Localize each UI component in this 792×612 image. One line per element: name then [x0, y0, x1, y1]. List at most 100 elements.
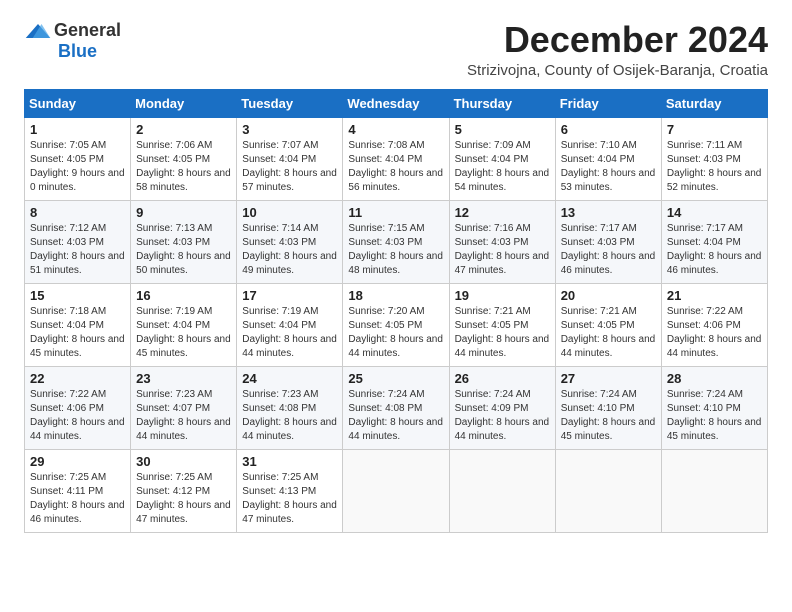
day-info: Sunrise: 7:24 AMSunset: 4:10 PMDaylight:…	[667, 389, 762, 442]
calendar-day-cell: 9 Sunrise: 7:13 AMSunset: 4:03 PMDayligh…	[131, 200, 237, 283]
calendar-day-cell: 28 Sunrise: 7:24 AMSunset: 4:10 PMDaylig…	[661, 366, 767, 449]
day-number: 22	[30, 371, 125, 386]
calendar-day-cell: 1 Sunrise: 7:05 AMSunset: 4:05 PMDayligh…	[25, 117, 131, 200]
calendar-day-cell: 12 Sunrise: 7:16 AMSunset: 4:03 PMDaylig…	[449, 200, 555, 283]
day-info: Sunrise: 7:22 AMSunset: 4:06 PMDaylight:…	[30, 389, 125, 442]
calendar-day-cell	[661, 449, 767, 532]
calendar-day-cell: 26 Sunrise: 7:24 AMSunset: 4:09 PMDaylig…	[449, 366, 555, 449]
day-number: 6	[561, 122, 656, 137]
logo-icon	[24, 22, 52, 40]
day-info: Sunrise: 7:16 AMSunset: 4:03 PMDaylight:…	[455, 223, 550, 276]
day-info: Sunrise: 7:23 AMSunset: 4:07 PMDaylight:…	[136, 389, 231, 442]
day-number: 8	[30, 205, 125, 220]
day-number: 27	[561, 371, 656, 386]
calendar-day-cell	[449, 449, 555, 532]
page-location: Strizivojna, County of Osijek-Baranja, C…	[467, 62, 768, 79]
calendar-day-cell: 19 Sunrise: 7:21 AMSunset: 4:05 PMDaylig…	[449, 283, 555, 366]
day-info: Sunrise: 7:21 AMSunset: 4:05 PMDaylight:…	[455, 306, 550, 359]
day-info: Sunrise: 7:10 AMSunset: 4:04 PMDaylight:…	[561, 140, 656, 193]
day-info: Sunrise: 7:22 AMSunset: 4:06 PMDaylight:…	[667, 306, 762, 359]
calendar-day-cell	[343, 449, 449, 532]
calendar-week-row: 8 Sunrise: 7:12 AMSunset: 4:03 PMDayligh…	[25, 200, 768, 283]
calendar-week-row: 1 Sunrise: 7:05 AMSunset: 4:05 PMDayligh…	[25, 117, 768, 200]
day-info: Sunrise: 7:18 AMSunset: 4:04 PMDaylight:…	[30, 306, 125, 359]
day-info: Sunrise: 7:24 AMSunset: 4:09 PMDaylight:…	[455, 389, 550, 442]
day-number: 28	[667, 371, 762, 386]
day-number: 3	[242, 122, 337, 137]
day-of-week-header: Friday	[555, 89, 661, 117]
day-number: 20	[561, 288, 656, 303]
calendar-day-cell: 24 Sunrise: 7:23 AMSunset: 4:08 PMDaylig…	[237, 366, 343, 449]
day-of-week-header: Monday	[131, 89, 237, 117]
day-info: Sunrise: 7:19 AMSunset: 4:04 PMDaylight:…	[242, 306, 337, 359]
day-info: Sunrise: 7:08 AMSunset: 4:04 PMDaylight:…	[348, 140, 443, 193]
calendar-day-cell: 3 Sunrise: 7:07 AMSunset: 4:04 PMDayligh…	[237, 117, 343, 200]
day-number: 18	[348, 288, 443, 303]
calendar-day-cell: 27 Sunrise: 7:24 AMSunset: 4:10 PMDaylig…	[555, 366, 661, 449]
day-number: 4	[348, 122, 443, 137]
day-of-week-header: Sunday	[25, 89, 131, 117]
calendar-day-cell: 2 Sunrise: 7:06 AMSunset: 4:05 PMDayligh…	[131, 117, 237, 200]
calendar-week-row: 15 Sunrise: 7:18 AMSunset: 4:04 PMDaylig…	[25, 283, 768, 366]
day-number: 12	[455, 205, 550, 220]
calendar-day-cell: 23 Sunrise: 7:23 AMSunset: 4:07 PMDaylig…	[131, 366, 237, 449]
day-of-week-header: Wednesday	[343, 89, 449, 117]
calendar-day-cell: 17 Sunrise: 7:19 AMSunset: 4:04 PMDaylig…	[237, 283, 343, 366]
calendar-day-cell: 31 Sunrise: 7:25 AMSunset: 4:13 PMDaylig…	[237, 449, 343, 532]
calendar-day-cell: 13 Sunrise: 7:17 AMSunset: 4:03 PMDaylig…	[555, 200, 661, 283]
day-number: 10	[242, 205, 337, 220]
day-info: Sunrise: 7:06 AMSunset: 4:05 PMDaylight:…	[136, 140, 231, 193]
calendar-day-cell: 6 Sunrise: 7:10 AMSunset: 4:04 PMDayligh…	[555, 117, 661, 200]
day-info: Sunrise: 7:24 AMSunset: 4:08 PMDaylight:…	[348, 389, 443, 442]
calendar-day-cell: 8 Sunrise: 7:12 AMSunset: 4:03 PMDayligh…	[25, 200, 131, 283]
calendar-day-cell: 30 Sunrise: 7:25 AMSunset: 4:12 PMDaylig…	[131, 449, 237, 532]
calendar-day-cell: 10 Sunrise: 7:14 AMSunset: 4:03 PMDaylig…	[237, 200, 343, 283]
day-info: Sunrise: 7:09 AMSunset: 4:04 PMDaylight:…	[455, 140, 550, 193]
calendar-day-cell: 29 Sunrise: 7:25 AMSunset: 4:11 PMDaylig…	[25, 449, 131, 532]
calendar-day-cell: 18 Sunrise: 7:20 AMSunset: 4:05 PMDaylig…	[343, 283, 449, 366]
day-of-week-header: Thursday	[449, 89, 555, 117]
day-info: Sunrise: 7:11 AMSunset: 4:03 PMDaylight:…	[667, 140, 762, 193]
day-info: Sunrise: 7:24 AMSunset: 4:10 PMDaylight:…	[561, 389, 656, 442]
page-title: December 2024	[467, 20, 768, 60]
day-number: 26	[455, 371, 550, 386]
calendar-day-cell: 14 Sunrise: 7:17 AMSunset: 4:04 PMDaylig…	[661, 200, 767, 283]
day-info: Sunrise: 7:05 AMSunset: 4:05 PMDaylight:…	[30, 140, 125, 193]
day-number: 16	[136, 288, 231, 303]
calendar-table: SundayMondayTuesdayWednesdayThursdayFrid…	[24, 89, 768, 533]
day-number: 14	[667, 205, 762, 220]
calendar-day-cell: 16 Sunrise: 7:19 AMSunset: 4:04 PMDaylig…	[131, 283, 237, 366]
day-info: Sunrise: 7:20 AMSunset: 4:05 PMDaylight:…	[348, 306, 443, 359]
calendar-day-cell: 15 Sunrise: 7:18 AMSunset: 4:04 PMDaylig…	[25, 283, 131, 366]
day-number: 7	[667, 122, 762, 137]
day-number: 13	[561, 205, 656, 220]
day-number: 31	[242, 454, 337, 469]
calendar-day-cell	[555, 449, 661, 532]
calendar-header-row: SundayMondayTuesdayWednesdayThursdayFrid…	[25, 89, 768, 117]
day-info: Sunrise: 7:25 AMSunset: 4:13 PMDaylight:…	[242, 472, 337, 525]
calendar-day-cell: 4 Sunrise: 7:08 AMSunset: 4:04 PMDayligh…	[343, 117, 449, 200]
day-info: Sunrise: 7:23 AMSunset: 4:08 PMDaylight:…	[242, 389, 337, 442]
day-info: Sunrise: 7:14 AMSunset: 4:03 PMDaylight:…	[242, 223, 337, 276]
day-number: 19	[455, 288, 550, 303]
calendar-day-cell: 21 Sunrise: 7:22 AMSunset: 4:06 PMDaylig…	[661, 283, 767, 366]
day-info: Sunrise: 7:21 AMSunset: 4:05 PMDaylight:…	[561, 306, 656, 359]
day-info: Sunrise: 7:15 AMSunset: 4:03 PMDaylight:…	[348, 223, 443, 276]
day-number: 9	[136, 205, 231, 220]
calendar-day-cell: 22 Sunrise: 7:22 AMSunset: 4:06 PMDaylig…	[25, 366, 131, 449]
day-info: Sunrise: 7:19 AMSunset: 4:04 PMDaylight:…	[136, 306, 231, 359]
day-of-week-header: Tuesday	[237, 89, 343, 117]
calendar-day-cell: 5 Sunrise: 7:09 AMSunset: 4:04 PMDayligh…	[449, 117, 555, 200]
day-number: 15	[30, 288, 125, 303]
day-number: 21	[667, 288, 762, 303]
logo-general: General	[54, 20, 121, 41]
day-info: Sunrise: 7:25 AMSunset: 4:11 PMDaylight:…	[30, 472, 125, 525]
day-number: 5	[455, 122, 550, 137]
day-number: 17	[242, 288, 337, 303]
day-number: 11	[348, 205, 443, 220]
day-number: 25	[348, 371, 443, 386]
calendar-day-cell: 7 Sunrise: 7:11 AMSunset: 4:03 PMDayligh…	[661, 117, 767, 200]
page-header: General Blue December 2024 Strizivojna, …	[24, 20, 768, 79]
day-info: Sunrise: 7:17 AMSunset: 4:03 PMDaylight:…	[561, 223, 656, 276]
calendar-week-row: 22 Sunrise: 7:22 AMSunset: 4:06 PMDaylig…	[25, 366, 768, 449]
